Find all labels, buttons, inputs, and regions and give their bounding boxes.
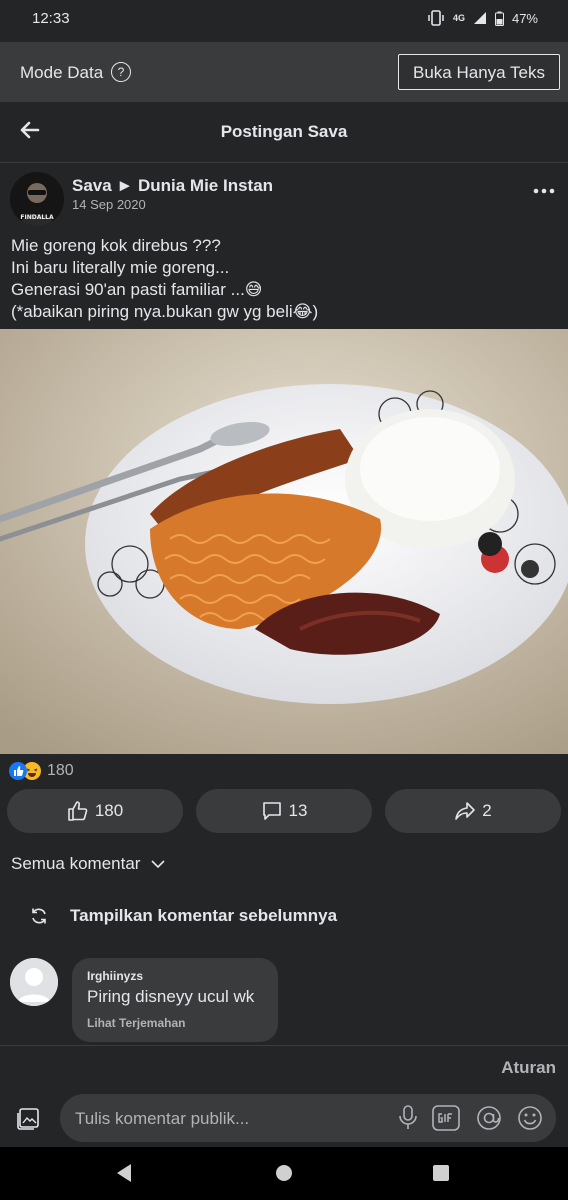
vibrate-icon — [428, 10, 444, 26]
comment-filter-label: Semua komentar — [11, 854, 141, 873]
reaction-summary[interactable]: 180 — [9, 760, 74, 782]
post-line: (*abaikan piring nya.bukan gw yg beli😂) — [11, 302, 319, 321]
mention-icon[interactable] — [476, 1105, 502, 1131]
network-label: 4G — [452, 13, 465, 23]
share-button[interactable]: 2 — [385, 789, 561, 833]
commenter-avatar[interactable] — [10, 958, 58, 1006]
system-nav-bar — [0, 1147, 568, 1200]
post-line: Mie goreng kok direbus ??? — [11, 236, 221, 255]
battery-icon — [494, 11, 504, 26]
post-line: Ini baru literally mie goreng... — [11, 258, 230, 277]
author-avatar[interactable]: FINDALLA — [10, 172, 64, 226]
like-reaction-icon — [9, 762, 27, 780]
chevron-down-icon — [151, 860, 166, 869]
rules-link[interactable]: Aturan — [501, 1058, 556, 1078]
comment-count: 13 — [288, 801, 308, 820]
data-mode-label: Mode Data — [20, 63, 104, 82]
comment-text: Piring disneyy ucul wk — [87, 987, 255, 1006]
post-photo[interactable] — [0, 329, 568, 754]
commenter-name[interactable]: Irghiinyzs — [87, 969, 143, 983]
signal-icon — [473, 12, 486, 24]
comment-icon — [262, 802, 281, 820]
battery-percent: 47% — [511, 10, 538, 26]
refresh-icon — [32, 908, 46, 924]
show-previous-comments[interactable]: Tampilkan komentar sebelumnya — [30, 906, 337, 926]
post-text: Mie goreng kok direbus ??? Ini baru lite… — [11, 235, 318, 323]
text-only-button[interactable]: Buka Hanya Teks — [398, 54, 560, 90]
comment-button[interactable]: 13 — [196, 789, 372, 833]
comment-composer[interactable] — [60, 1094, 556, 1144]
show-previous-comments-label: Tampilkan komentar sebelumnya — [70, 906, 338, 925]
page-title: Postingan Sava — [220, 122, 348, 141]
divider — [0, 1045, 568, 1046]
page-header: Postingan Sava — [0, 102, 568, 163]
share-count: 2 — [482, 801, 492, 820]
status-icons: 4G 47% — [427, 10, 538, 26]
post-author[interactable]: Sava ► Dunia Mie Instan — [72, 176, 273, 196]
photo-icon[interactable] — [15, 1104, 43, 1132]
comment-filter-dropdown[interactable]: Semua komentar — [11, 854, 166, 874]
gif-icon[interactable] — [432, 1105, 460, 1131]
more-options-icon[interactable] — [533, 186, 555, 196]
post-date[interactable]: 14 Sep 2020 — [72, 197, 146, 212]
comment-input[interactable] — [73, 1094, 377, 1144]
nav-home-icon[interactable] — [275, 1164, 293, 1182]
thumbs-up-icon — [68, 801, 88, 821]
nav-back-icon[interactable] — [115, 1163, 133, 1183]
data-mode-bar: Mode Data ? Buka Hanya Teks — [0, 42, 568, 102]
post-line: Generasi 90'an pasti familiar ...😅 — [11, 280, 263, 299]
reaction-count: 180 — [47, 762, 74, 779]
nav-recents-icon[interactable] — [432, 1164, 450, 1182]
status-bar: 12:33 4G 47% — [0, 0, 568, 42]
status-time: 12:33 — [32, 10, 70, 27]
share-icon — [455, 802, 476, 820]
see-translation-link[interactable]: Lihat Terjemahan — [87, 1016, 185, 1030]
help-icon[interactable]: ? — [111, 62, 131, 82]
like-button[interactable]: 180 — [7, 789, 183, 833]
microphone-icon[interactable] — [398, 1105, 418, 1131]
avatar-text: FINDALLA — [20, 214, 54, 221]
like-count: 180 — [94, 801, 124, 820]
emoji-icon[interactable] — [517, 1105, 543, 1131]
